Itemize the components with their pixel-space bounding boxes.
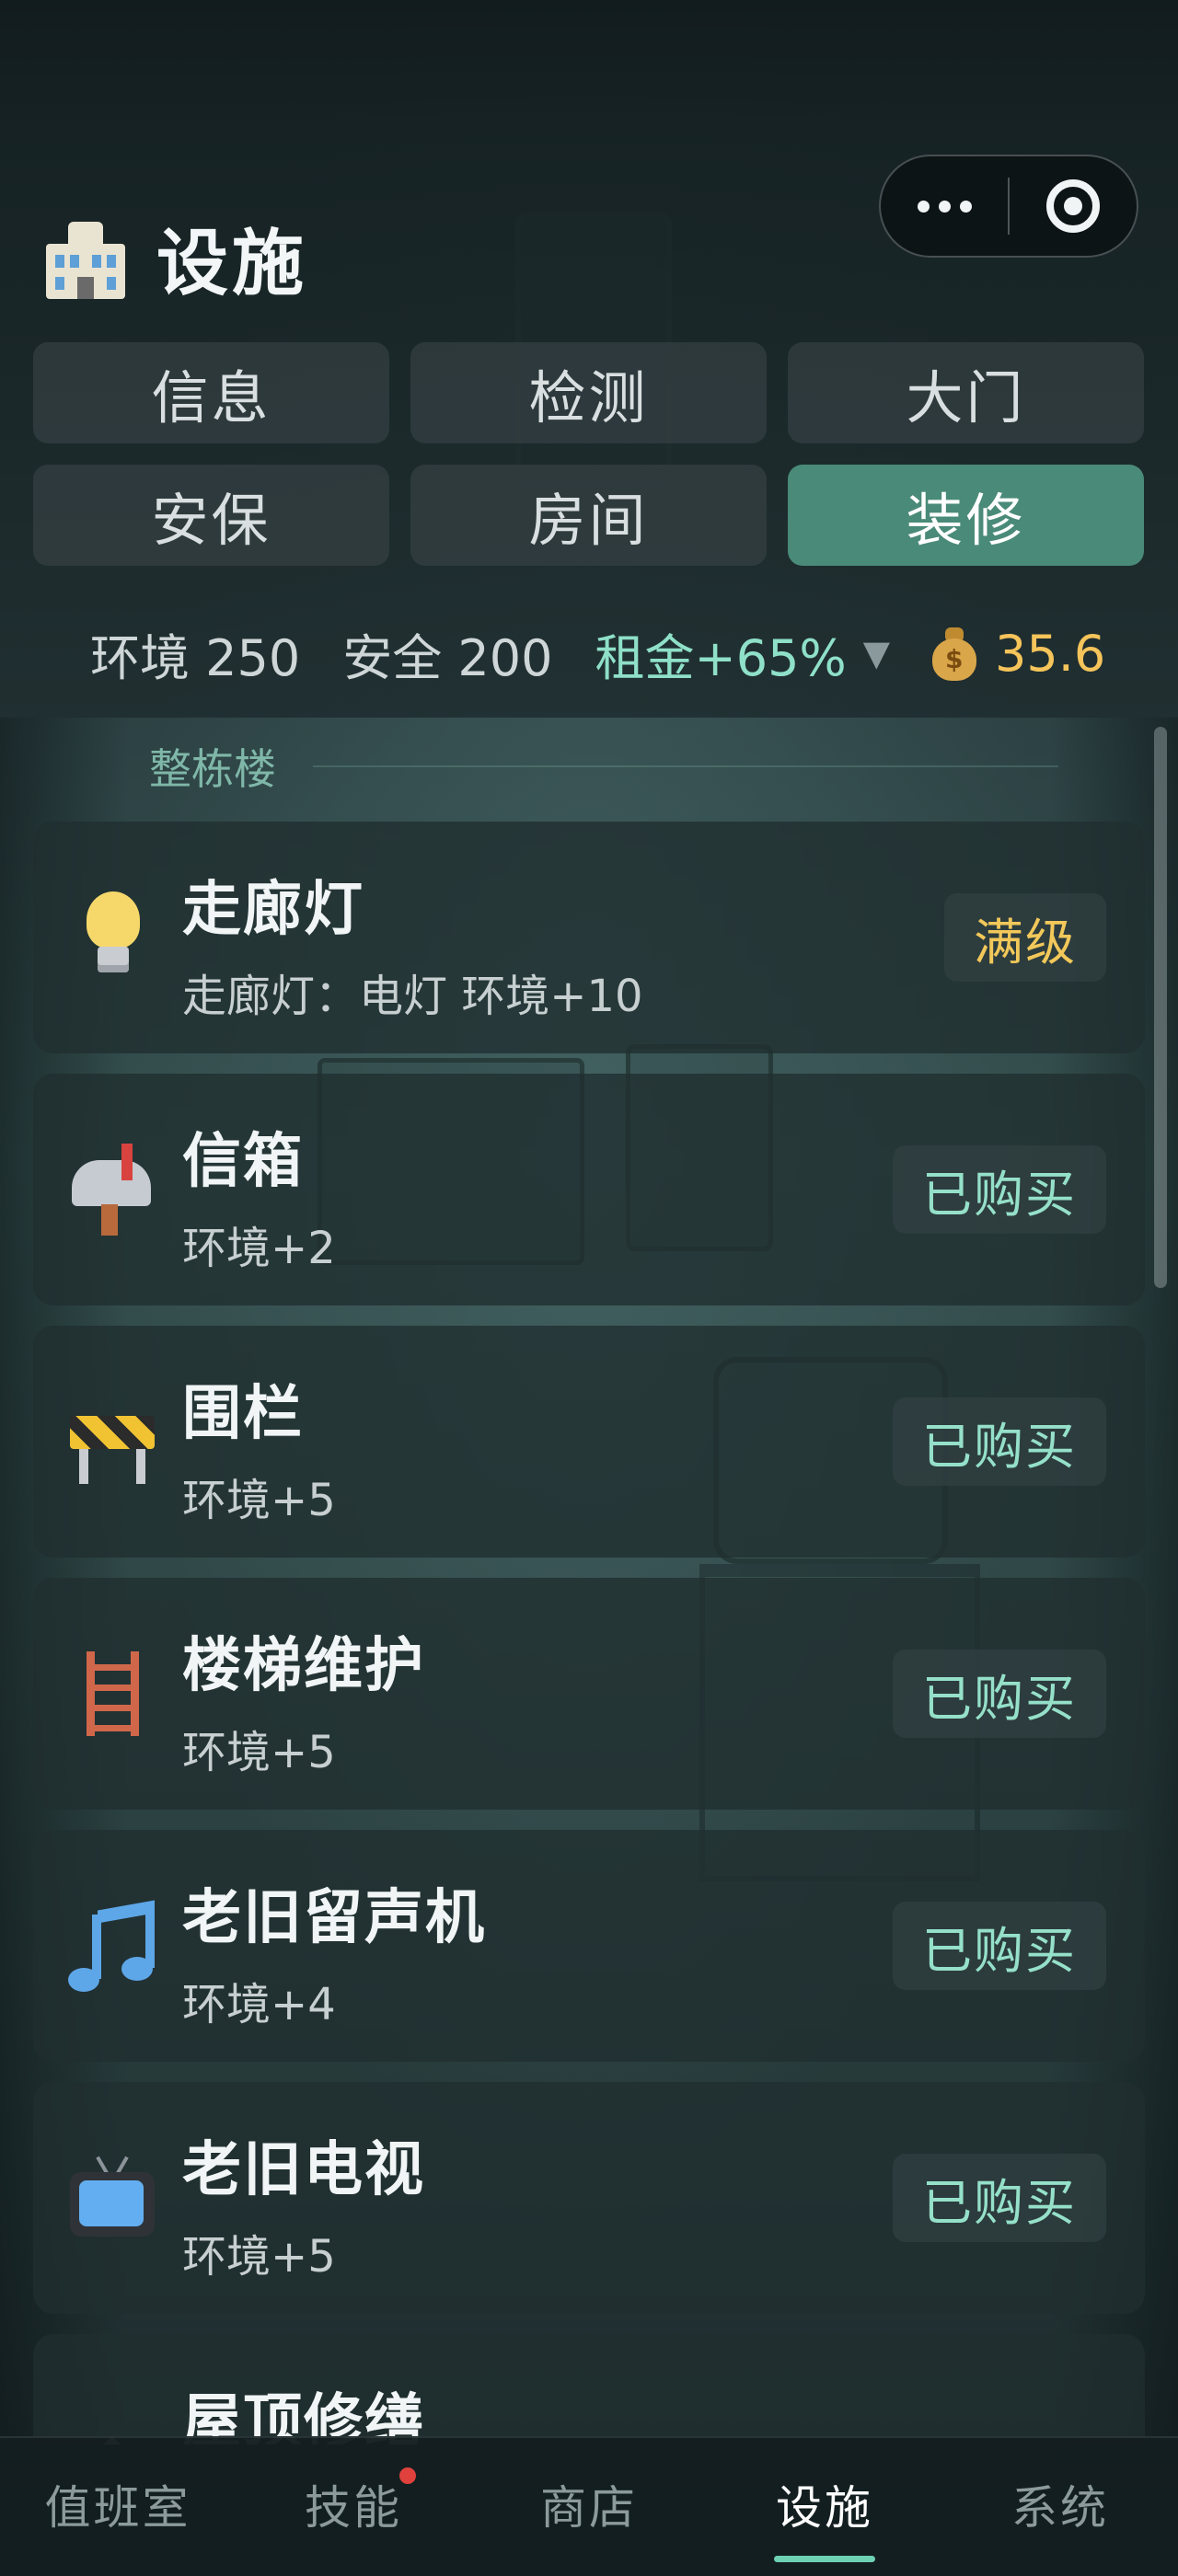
mini-program-capsule [879, 155, 1138, 258]
tab-room[interactable]: 房间 [410, 465, 767, 566]
nav-label: 技能 [305, 2481, 402, 2535]
money-bag-icon: $ [930, 626, 978, 681]
safety-stat: 安全 200 [342, 628, 553, 687]
ladder-icon [66, 1648, 158, 1740]
item-name: 老旧留声机 [182, 1884, 486, 1952]
nav-skills[interactable]: 技能 [261, 2467, 445, 2537]
item-name: 信箱 [182, 1128, 304, 1196]
nav-label: 值班室 [44, 2481, 191, 2535]
tab-renovation[interactable]: 装修 [788, 465, 1144, 566]
item-description: 走廊灯：电灯 环境+10 [182, 971, 643, 1022]
item-name: 屋顶修缮 [182, 2388, 425, 2444]
bottom-navigation: 值班室 技能 商店 设施 系统 [0, 2436, 1178, 2576]
rent-dropdown-arrow-icon[interactable]: ▼ [863, 633, 890, 673]
facility-tabs: 信息 检测 大门 安保 房间 装修 [33, 342, 1145, 566]
tab-inspection[interactable]: 检测 [410, 342, 767, 443]
section-label: 整栋楼 [149, 744, 276, 794]
list-item: 走廊灯 走廊灯：电灯 环境+10 满级 [33, 822, 1145, 1053]
nav-label: 商店 [540, 2481, 638, 2535]
upgrade-list: 走廊灯 走廊灯：电灯 环境+10 满级 信箱 环境+2 已购买 围栏 环境+5 … [33, 822, 1145, 2444]
purchased-button[interactable]: 已购买 [893, 2154, 1106, 2242]
nav-duty-room[interactable]: 值班室 [26, 2471, 210, 2537]
tab-gate[interactable]: 大门 [788, 342, 1144, 443]
tab-security[interactable]: 安保 [33, 465, 389, 566]
nav-facilities[interactable]: 设施 [733, 2471, 917, 2562]
item-description: 环境+5 [182, 1727, 336, 1778]
item-description: 环境+4 [182, 1979, 336, 2030]
item-name: 老旧电视 [182, 2136, 425, 2204]
more-dots-icon[interactable] [881, 156, 1008, 256]
list-item: 老旧留声机 环境+4 已购买 [33, 1830, 1145, 2062]
target-circle-icon[interactable] [1010, 156, 1137, 256]
item-description: 环境+5 [182, 2231, 336, 2283]
list-scrollbar[interactable] [1154, 727, 1167, 1288]
nav-label: 设施 [776, 2481, 873, 2535]
purchased-button[interactable]: 已购买 [893, 1397, 1106, 1486]
active-tab-indicator [774, 2556, 875, 2562]
construction-barrier-icon [66, 1396, 158, 1488]
purchased-button[interactable]: 已购买 [893, 1902, 1106, 1990]
list-item: 围栏 环境+5 已购买 [33, 1326, 1145, 1558]
item-description: 环境+5 [182, 1475, 336, 1526]
notification-dot-icon [399, 2467, 416, 2484]
item-name: 围栏 [182, 1380, 304, 1448]
music-note-icon [66, 1900, 158, 1992]
nav-system[interactable]: 系统 [968, 2471, 1152, 2537]
rent-stat[interactable]: 租金+65% [595, 617, 846, 690]
office-building-icon [40, 213, 131, 303]
list-item: 老旧电视 环境+5 已购买 [33, 2082, 1145, 2314]
stats-bar: 环境 250 安全 200 租金+65% ▼ $ 35.6 [33, 598, 1145, 708]
list-item: 信箱 环境+2 已购买 [33, 1074, 1145, 1305]
item-description: 环境+2 [182, 1223, 336, 1274]
nav-label: 系统 [1011, 2481, 1109, 2535]
nav-shop[interactable]: 商店 [497, 2471, 681, 2537]
list-item: 屋顶修缮 [33, 2334, 1145, 2444]
light-bulb-icon [66, 891, 158, 983]
money-value: 35.6 [994, 624, 1106, 683]
section-divider [313, 765, 1058, 767]
purchased-button[interactable]: 已购买 [893, 1145, 1106, 1234]
tab-info[interactable]: 信息 [33, 342, 389, 443]
header: 设施 信息 检测 大门 安保 房间 装修 环境 250 安全 200 租金+65… [0, 0, 1178, 718]
max-level-badge: 满级 [944, 893, 1106, 982]
title-row: 设施 [40, 207, 307, 308]
page-title: 设施 [156, 223, 308, 305]
list-item: 楼梯维护 环境+5 已购买 [33, 1578, 1145, 1810]
item-name: 楼梯维护 [182, 1632, 425, 1700]
television-icon [66, 2152, 158, 2244]
mailbox-icon [66, 1144, 158, 1236]
environment-stat: 环境 250 [90, 628, 301, 687]
purchased-button[interactable]: 已购买 [893, 1650, 1106, 1738]
item-name: 走廊灯 [182, 876, 364, 944]
